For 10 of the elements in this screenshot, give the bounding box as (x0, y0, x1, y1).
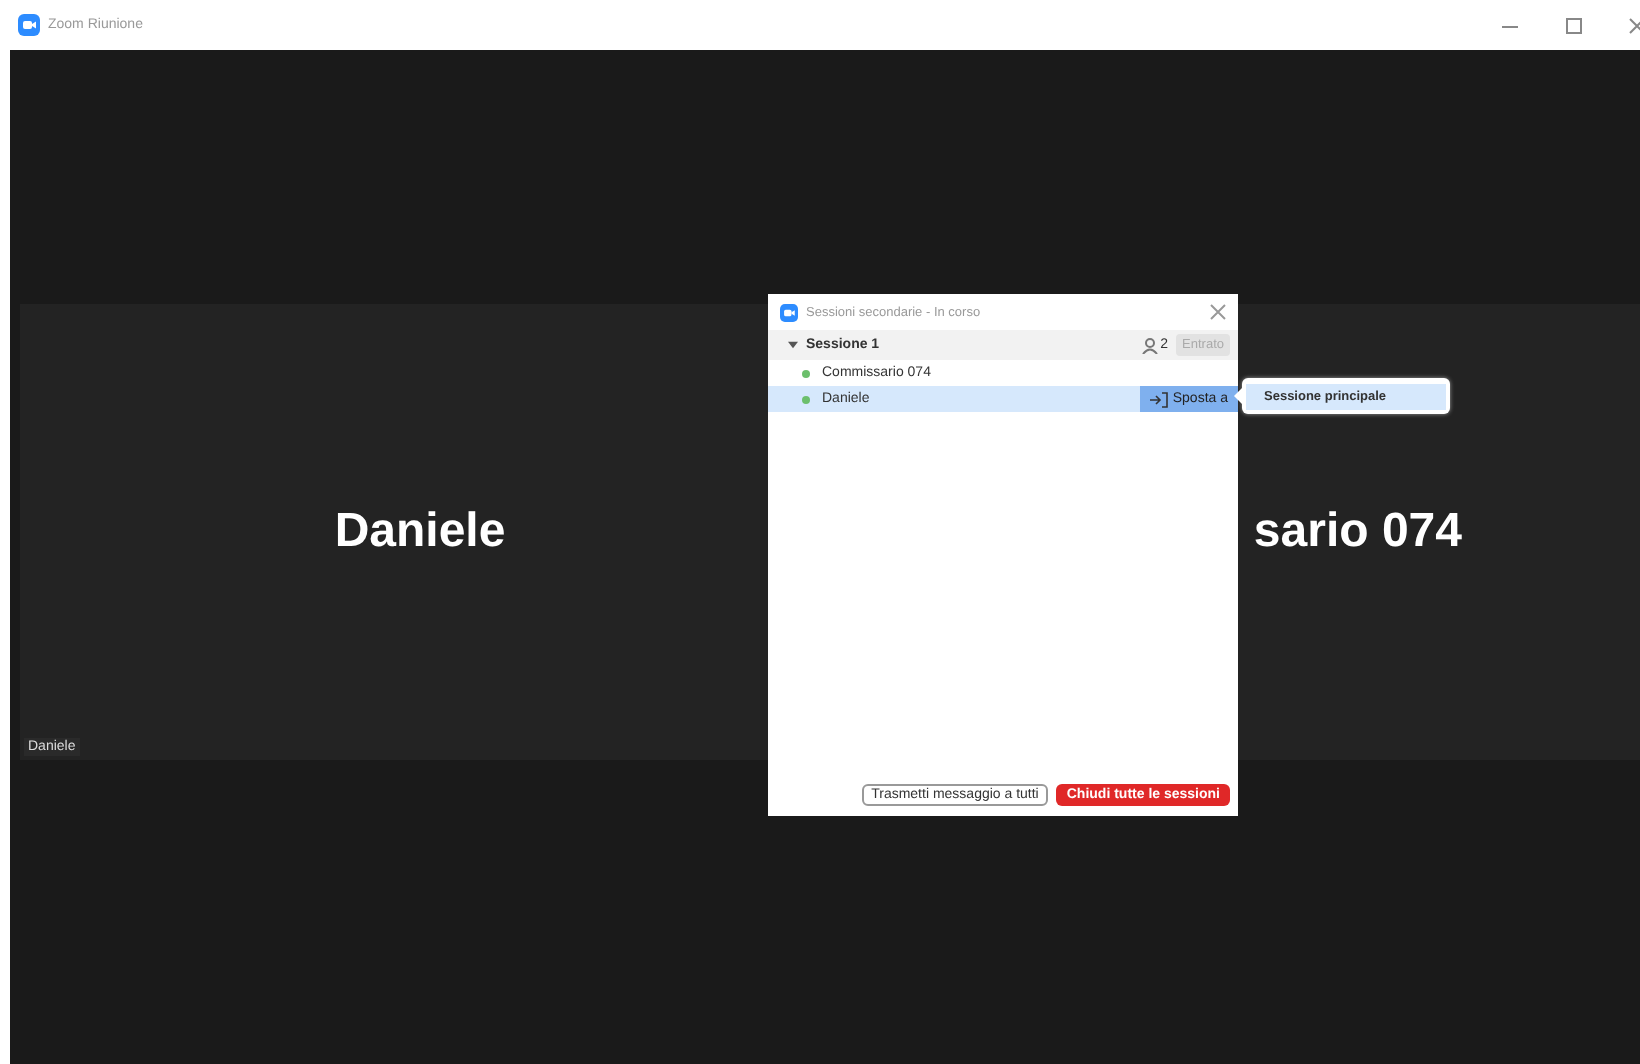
close-icon[interactable] (1628, 15, 1640, 35)
move-icon (1150, 391, 1169, 407)
person-icon (1142, 337, 1159, 353)
app-logo-icon (18, 14, 40, 36)
collapse-icon[interactable] (788, 340, 798, 350)
close-icon[interactable] (1210, 304, 1226, 320)
maximize-icon[interactable] (1564, 15, 1584, 35)
participant-name: Daniele (334, 504, 506, 560)
app-logo-icon (780, 303, 798, 321)
participant-name: sario 074 (1253, 504, 1462, 560)
